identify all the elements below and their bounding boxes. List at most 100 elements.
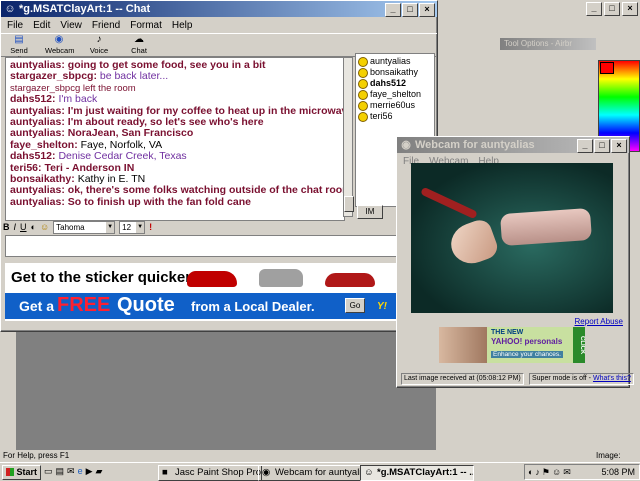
message-sender[interactable]: auntyalias: (10, 184, 65, 196)
menu-format[interactable]: Format (130, 20, 162, 31)
ad-click: CLICK (573, 327, 585, 363)
user-status-icon (358, 112, 368, 122)
car-ad-banner[interactable]: Get to the sticker quicker. Get a FREE Q… (5, 263, 433, 321)
red-clay-strip (420, 186, 478, 220)
tool-options-palette[interactable]: Tool Options - Airbr (500, 38, 596, 50)
chat-titlebar[interactable]: ☺ *g.MSATClayArt:1 -- Chat _ □ × (1, 1, 437, 17)
user-status-icon (358, 101, 368, 111)
voice-button[interactable]: ♪ Voice (85, 34, 113, 56)
task-webcam[interactable]: ◉ Webcam for auntyalias (258, 465, 364, 481)
italic-button[interactable]: I (14, 222, 17, 232)
user-list-item[interactable]: teri56 (356, 111, 434, 122)
user-list-item[interactable]: faye_shelton (356, 89, 434, 100)
media-player-icon[interactable]: ▶ (86, 466, 93, 477)
chat-scrollbar[interactable] (343, 57, 354, 217)
chat-button[interactable]: ☁ Chat (125, 34, 153, 56)
webcam-minimize-button[interactable]: _ (577, 139, 593, 153)
exclamation-icon[interactable]: ! (149, 222, 152, 232)
scroll-thumb[interactable] (344, 196, 354, 212)
task-label-chat: *g.MSATClayArt:1 -- ... (377, 467, 474, 478)
psp-maximize-button[interactable]: □ (604, 2, 620, 16)
ie-icon[interactable]: e (78, 466, 83, 477)
message-sender[interactable]: auntyalias: (10, 116, 65, 128)
message-sender[interactable]: dahs512: (10, 93, 56, 105)
message-sender[interactable]: faye_shelton: (10, 139, 78, 151)
chat-close-button[interactable]: × (419, 3, 435, 17)
psp-left-toolbar (0, 330, 16, 450)
chat-window: ☺ *g.MSATClayArt:1 -- Chat _ □ × File Ed… (0, 0, 438, 332)
task-label-psp: Jasc Paint Shop Pro (175, 467, 262, 478)
send-file-button[interactable]: ▤ Send File (5, 34, 33, 64)
user-list-item[interactable]: auntyalias (356, 56, 434, 67)
message-sender[interactable]: auntyalias: (10, 127, 65, 139)
user-status-icon (358, 79, 368, 89)
smiley-icon[interactable]: ☺ (40, 222, 49, 232)
chat-maximize-button[interactable]: □ (402, 3, 418, 17)
message-text: Teri - Anderson IN (44, 161, 135, 174)
underline-button[interactable]: U (20, 222, 27, 232)
explorer-icon[interactable]: ▤ (56, 466, 65, 477)
message-text: NoraJean, San Francisco (67, 127, 194, 140)
chevron-down-icon: ▼ (106, 221, 115, 233)
webcam-titlebar[interactable]: ◉ Webcam for auntyalias _ □ × (397, 137, 629, 153)
task-paint-shop-pro[interactable]: ■ Jasc Paint Shop Pro (158, 465, 262, 481)
psp-task-icon: ■ (162, 467, 168, 478)
message-sender[interactable]: auntyalias: (10, 196, 65, 208)
color-swatch-red[interactable] (600, 62, 614, 74)
user-list-item[interactable]: merrie60us (356, 100, 434, 111)
send-file-icon: ▤ (14, 34, 24, 45)
webcam-close-button[interactable]: × (611, 139, 627, 153)
ad-go-button[interactable]: Go (345, 298, 365, 313)
psp-close-button[interactable]: × (622, 2, 638, 16)
message-text: going to get some food, see you in a bit (67, 59, 266, 71)
silver-suv-image (259, 269, 303, 287)
message-sender[interactable]: auntyalias: (10, 59, 65, 71)
message-text: ok, there's some folks watching outside … (67, 184, 345, 197)
chevron-down-icon: ▼ (136, 221, 145, 233)
tool-options-title: Tool Options - Airbr (504, 39, 573, 48)
user-list-item[interactable]: bonsaikathy (356, 67, 434, 78)
color-picker-icon[interactable]: ◐ (31, 222, 36, 232)
message-sender[interactable]: stargazer_sbpcg: (10, 70, 97, 82)
whats-this-link[interactable]: What's this? (593, 375, 631, 382)
task-chat[interactable]: ☺ *g.MSATClayArt:1 -- ... (360, 465, 474, 481)
bold-button[interactable]: B (3, 222, 10, 232)
super-mode-label: Super mode is off - (532, 375, 592, 382)
webcam-title-icon: ◉ (401, 139, 411, 151)
folder-icon[interactable]: ▰ (96, 466, 103, 477)
tray-icons[interactable]: ◐♪⚑☺✉ (528, 465, 573, 479)
start-button[interactable]: Start (2, 465, 41, 480)
yahoo-personals-ad[interactable]: THE NEW YAHOO! personals Enhance your ch… (439, 327, 585, 363)
webcam-image (411, 163, 613, 313)
message-sender[interactable]: dahs512: (10, 150, 56, 162)
im-button[interactable]: IM (357, 205, 383, 219)
menu-edit[interactable]: Edit (33, 20, 50, 31)
webcam-button[interactable]: ◉ Webcam (45, 34, 74, 56)
font-select[interactable]: Tahoma ▼ (53, 220, 116, 234)
message-sender[interactable]: auntyalias: (10, 105, 65, 117)
psp-minimize-button[interactable]: _ (586, 2, 602, 16)
ad-quote-bar: Get a FREE Quote from a Local Dealer. Go… (5, 293, 433, 319)
chat-minimize-button[interactable]: _ (385, 3, 401, 17)
report-abuse-link[interactable]: Report Abuse (575, 317, 623, 326)
chat-menubar: File Edit View Friend Format Help (1, 17, 437, 33)
menu-view[interactable]: View (60, 20, 82, 31)
font-size-select[interactable]: 12 ▼ (119, 220, 146, 234)
menu-file[interactable]: File (7, 20, 23, 31)
message-sender[interactable]: teri56: (10, 162, 42, 174)
message-input[interactable] (5, 235, 433, 257)
message-text: I'm back (58, 93, 98, 106)
menu-friend[interactable]: Friend (92, 20, 120, 31)
menu-help[interactable]: Help (172, 20, 193, 31)
show-desktop-icon[interactable]: ▭ (44, 466, 53, 477)
user-status-icon (358, 90, 368, 100)
user-name: bonsaikathy (370, 67, 419, 77)
outlook-icon[interactable]: ✉ (67, 466, 75, 477)
user-name: teri56 (370, 111, 393, 121)
psp-window-buttons: _ □ × (586, 2, 638, 16)
chat-log[interactable]: auntyalias: going to get some food, see … (5, 57, 345, 221)
message-sender[interactable]: bonsaikathy: (10, 173, 75, 185)
super-mode-text: Super mode is off - What's this? (529, 373, 634, 385)
user-list-item[interactable]: dahs512 (356, 78, 434, 89)
webcam-maximize-button[interactable]: □ (594, 139, 610, 153)
